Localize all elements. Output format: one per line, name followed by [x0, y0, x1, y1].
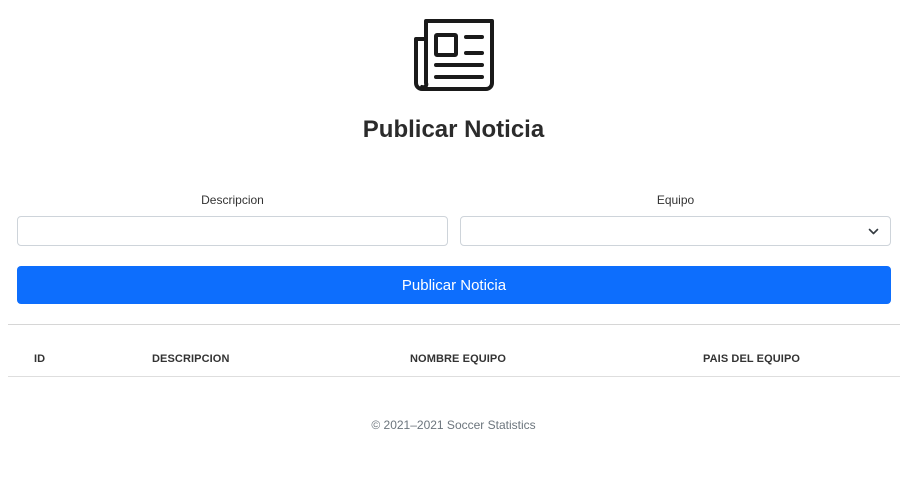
- footer-copyright: © 2021–2021 Soccer Statistics: [371, 418, 536, 432]
- equipo-select[interactable]: [460, 216, 891, 246]
- page-title: Publicar Noticia: [362, 116, 545, 143]
- column-header-pais-equipo: PAIS DEL EQUIPO: [703, 353, 801, 365]
- column-header-nombre-equipo: NOMBRE EQUIPO: [410, 353, 507, 365]
- chevron-down-icon: [868, 228, 879, 235]
- newspaper-icon: [414, 19, 494, 91]
- publicar-noticia-button[interactable]: Publicar Noticia: [17, 266, 891, 304]
- page: Publicar Noticia Descripcion Equipo Publ…: [0, 0, 917, 504]
- descripcion-input[interactable]: [17, 216, 448, 246]
- column-header-descripcion: DESCRIPCION: [152, 353, 230, 365]
- equipo-label: Equipo: [656, 193, 695, 207]
- descripcion-label: Descripcion: [201, 193, 264, 207]
- table-header-divider: [8, 376, 900, 377]
- table-top-divider: [8, 324, 900, 325]
- column-header-id: ID: [34, 353, 46, 365]
